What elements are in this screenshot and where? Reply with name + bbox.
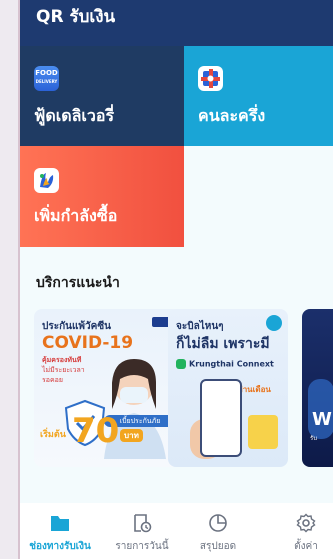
half-half-tile[interactable]: คนละครึ่ง [184,46,333,146]
nav-settings[interactable]: ตั้งค่า [276,513,333,554]
price-value: 70 [72,411,120,451]
nav-label: สรุปยอด [199,541,237,552]
food-delivery-icon: FOOD DELIVERY [34,66,59,91]
bottom-navigation: ช่องทางรับเงิน รายการวันนี้ สรุปยอด ตั้ง… [20,503,333,559]
receipt-clock-icon [132,513,152,533]
nav-label: รายการวันนี้ [115,541,169,552]
card-line: ก็ไม่ลืม เพราะมี [176,336,270,352]
gear-icon [296,513,316,533]
card-line: จะบิลไหนๆ [176,321,224,332]
recommended-services-title: บริการแนะนำ [36,275,120,291]
nav-receive-channels[interactable]: ช่องทางรับเงิน [20,513,100,554]
promo-card[interactable]: W รับ [302,309,333,467]
gift-box-illustration [248,415,278,449]
krungthai-connext-brand: Krungthai Connext [176,359,274,369]
nav-label: ตั้งค่า [294,541,318,552]
boost-label: เพิ่มกำลังซื้อ [34,206,118,225]
currency-label: บาท [120,429,143,442]
line-chat-icon [176,359,186,369]
boost-purchase-tile[interactable]: เพิ่มกำลังซื้อ [20,146,184,247]
card-line: รอคอย [42,376,63,384]
nav-today-transactions[interactable]: รายการวันนี้ [102,513,182,554]
covid-insurance-card[interactable]: ประกันแพ้วัคซีน COVID-19 คุ้มครองทันที ไ… [34,309,180,467]
folder-icon [50,513,70,533]
pie-chart-icon [208,513,228,533]
delivery-icon-text: DELIVERY [35,79,58,84]
app-screen: QR รับเงิน FOOD DELIVERY ฟู้ดเดลิเวอรี่ … [20,0,333,559]
food-delivery-label: ฟู้ดเดลิเวอรี่ [34,106,115,125]
phone-illustration [200,379,242,457]
starting-at-label: เริ่มต้น [40,430,66,440]
nav-summary[interactable]: สรุปยอด [188,513,248,554]
half-half-label: คนละครึ่ง [198,106,266,125]
food-delivery-tile[interactable]: FOOD DELIVERY ฟู้ดเดลิเวอรี่ [20,46,184,146]
nav-label: ช่องทางรับเงิน [29,541,91,552]
boost-icon [34,168,59,193]
card-line: ประกันแพ้วัคซีน [42,321,111,332]
brand-label: Krungthai Connext [189,359,274,369]
qr-receive-label: QR รับเงิน [36,7,116,27]
krungthai-connext-card[interactable]: จะบิลไหนๆ ก็ไม่ลืม เพราะมี Krungthai Con… [168,309,288,467]
food-icon-text: FOOD [35,69,58,77]
krungthai-badge-icon [266,315,282,331]
promo-subtitle: รับ [310,435,318,442]
half-half-icon [198,66,223,91]
promo-title: W [312,409,332,430]
background-panel [0,0,18,559]
monthly-tag: ผ่านเดือน [238,385,271,394]
qr-receive-tile[interactable]: QR รับเงิน [20,0,333,46]
